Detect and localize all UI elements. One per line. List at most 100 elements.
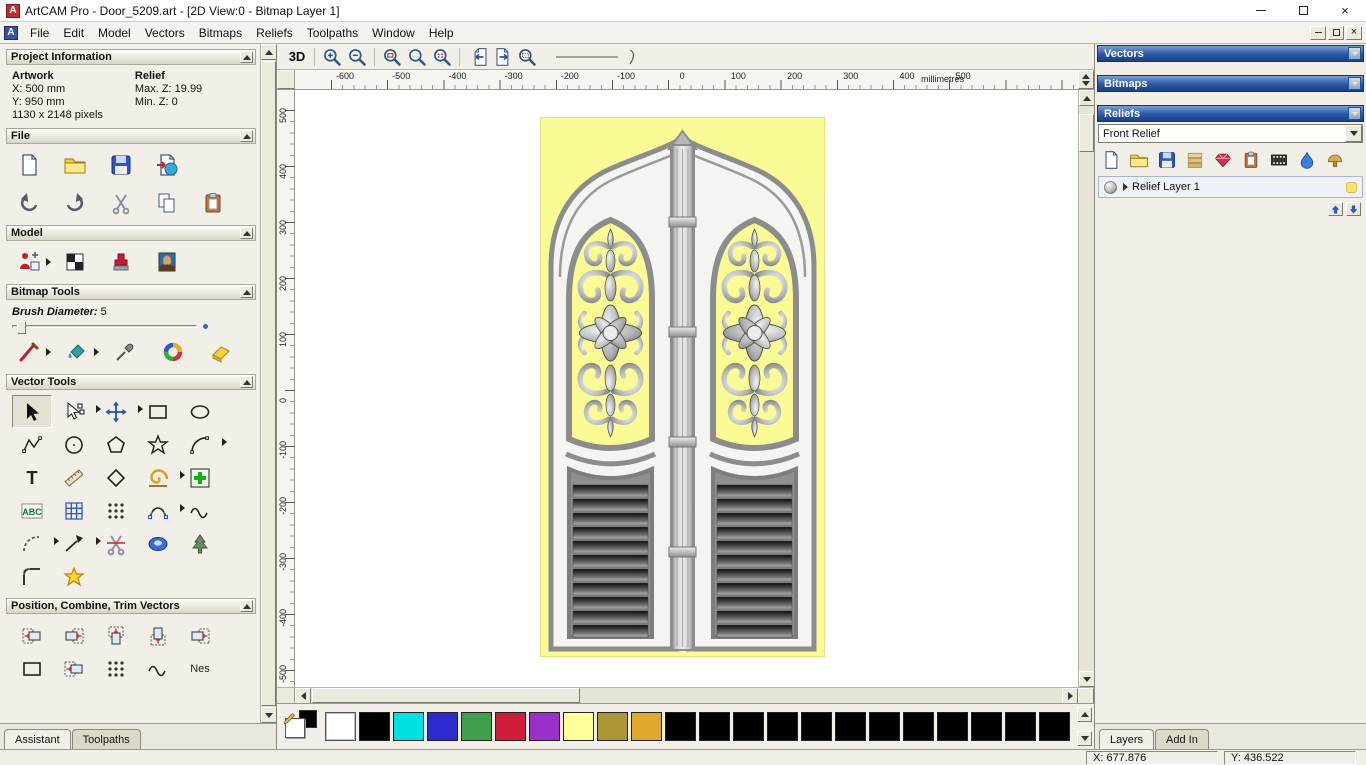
tool-block-copy[interactable] xyxy=(96,494,136,527)
scroll-down-button[interactable] xyxy=(261,707,277,723)
merge-layers-button[interactable] xyxy=(1185,150,1205,170)
tool-transform-vectors[interactable] xyxy=(96,395,143,428)
palette-swatch[interactable] xyxy=(495,712,526,741)
tool-bitmap-to-vector[interactable] xyxy=(54,494,94,527)
save-relief-layer-button[interactable] xyxy=(1157,150,1177,170)
palette-swatch[interactable] xyxy=(359,712,390,741)
tool-create-star-filled[interactable] xyxy=(54,560,94,593)
tool-arrow-vector[interactable] xyxy=(54,527,101,560)
menu-help[interactable]: Help xyxy=(422,23,461,43)
jewel-tool-button[interactable] xyxy=(1213,150,1233,170)
scroll-up-button[interactable] xyxy=(261,44,277,60)
ruler-unit-spinner[interactable] xyxy=(1078,70,1094,89)
tool-measure[interactable] xyxy=(54,461,94,494)
tool-smooth-curve[interactable] xyxy=(180,494,220,527)
collapse-button[interactable] xyxy=(240,600,253,612)
palette-swatch[interactable] xyxy=(461,712,492,741)
pick-colour-button[interactable] xyxy=(110,338,140,366)
drawing-canvas[interactable] xyxy=(295,90,1078,687)
scroll-thumb[interactable] xyxy=(1079,114,1094,152)
tool-fit-curve[interactable] xyxy=(138,494,185,527)
palette-scroll-up-button[interactable] xyxy=(1077,707,1092,722)
new-relief-layer-button[interactable] xyxy=(1101,150,1121,170)
move-layer-up-button[interactable] xyxy=(1328,202,1343,216)
export-model-button[interactable] xyxy=(152,151,182,179)
palette-swatch[interactable] xyxy=(529,712,560,741)
tab-assistant[interactable]: Assistant xyxy=(4,729,71,749)
slider-handle[interactable] xyxy=(17,321,26,334)
zoom-out-button[interactable] xyxy=(345,46,369,68)
tab-layers[interactable]: Layers xyxy=(1099,729,1155,749)
menu-reliefs[interactable]: Reliefs xyxy=(249,23,300,43)
menu-model[interactable]: Model xyxy=(91,23,138,43)
stamp-model-button[interactable] xyxy=(106,248,136,276)
mdi-restore-button[interactable] xyxy=(1328,25,1344,40)
paint-brush-button[interactable] xyxy=(14,338,51,366)
open-relief-layer-button[interactable] xyxy=(1129,150,1149,170)
canvas-horizontal-scrollbar[interactable] xyxy=(277,687,1094,704)
menu-window[interactable]: Window xyxy=(365,23,422,43)
palette-swatch[interactable] xyxy=(733,712,764,741)
minimize-button[interactable] xyxy=(1240,0,1282,21)
tool-node-editing[interactable] xyxy=(54,395,101,428)
scroll-thumb[interactable] xyxy=(312,688,580,703)
tool-combine-subtract[interactable] xyxy=(54,652,94,685)
zoom-box-button[interactable] xyxy=(380,46,404,68)
collapse-button[interactable] xyxy=(240,130,253,142)
smooth-relief-button[interactable] xyxy=(1297,150,1317,170)
menu-vectors[interactable]: Vectors xyxy=(138,23,192,43)
zoom-in-button[interactable] xyxy=(320,46,344,68)
paste-button[interactable] xyxy=(198,189,228,217)
reliefs-header[interactable]: Reliefs xyxy=(1097,105,1364,122)
palette-swatch[interactable] xyxy=(971,712,1002,741)
eraser-button[interactable] xyxy=(206,338,236,366)
tool-create-polygon[interactable] xyxy=(96,428,136,461)
collapse-button[interactable] xyxy=(240,51,253,63)
bitmaps-header[interactable]: Bitmaps xyxy=(1097,75,1364,92)
tool-create-text[interactable] xyxy=(12,461,52,494)
collapse-button[interactable] xyxy=(240,227,253,239)
menu-file[interactable]: File xyxy=(23,23,56,43)
tool-create-spiral[interactable] xyxy=(138,461,185,494)
palette-swatch[interactable] xyxy=(937,712,968,741)
mdi-minimize-button[interactable] xyxy=(1310,25,1326,40)
tool-create-star[interactable] xyxy=(138,428,178,461)
tool-align-top[interactable] xyxy=(96,619,136,652)
tool-extrude[interactable] xyxy=(138,527,178,560)
menu-bitmaps[interactable]: Bitmaps xyxy=(192,23,249,43)
palette-swatch[interactable] xyxy=(869,712,900,741)
previous-view-button[interactable] xyxy=(465,46,489,68)
next-view-button[interactable] xyxy=(490,46,514,68)
zoom-objects-button[interactable] xyxy=(430,46,454,68)
slider-track[interactable] xyxy=(12,321,197,334)
tool-align-centre[interactable] xyxy=(180,619,220,652)
vectors-expand-button[interactable] xyxy=(1348,47,1361,60)
tool-nesting[interactable]: Nes xyxy=(180,652,220,685)
tool-align-bottom[interactable] xyxy=(138,619,178,652)
adjust-model-button[interactable] xyxy=(60,248,90,276)
palette-swatch[interactable] xyxy=(903,712,934,741)
tool-align-left[interactable] xyxy=(12,619,52,652)
scroll-down-button[interactable] xyxy=(1079,671,1095,687)
color-indicator[interactable] xyxy=(283,708,325,746)
tab-add-in[interactable]: Add In xyxy=(1155,729,1209,749)
menu-toolpaths[interactable]: Toolpaths xyxy=(300,23,365,43)
move-layer-down-button[interactable] xyxy=(1346,202,1361,216)
maximize-button[interactable] xyxy=(1282,0,1324,21)
tool-select-vectors[interactable] xyxy=(12,395,52,428)
tool-create-arc[interactable] xyxy=(180,428,227,461)
scroll-right-button[interactable] xyxy=(1062,688,1078,704)
menu-edit[interactable]: Edit xyxy=(56,23,91,43)
colour-ring-button[interactable] xyxy=(158,338,188,366)
tool-text-on-curve[interactable] xyxy=(12,494,52,527)
save-model-button[interactable] xyxy=(106,151,136,179)
palette-swatch[interactable] xyxy=(1039,712,1070,741)
tool-create-polyline[interactable] xyxy=(12,428,52,461)
palette-swatch[interactable] xyxy=(767,712,798,741)
flood-fill-button[interactable] xyxy=(62,338,99,366)
layer-visibility-icon[interactable] xyxy=(1344,180,1359,195)
canvas-vertical-scrollbar[interactable] xyxy=(1078,90,1095,687)
tool-offset-vector[interactable] xyxy=(96,461,136,494)
palette-swatch[interactable] xyxy=(801,712,832,741)
tool-texture[interactable] xyxy=(180,527,220,560)
